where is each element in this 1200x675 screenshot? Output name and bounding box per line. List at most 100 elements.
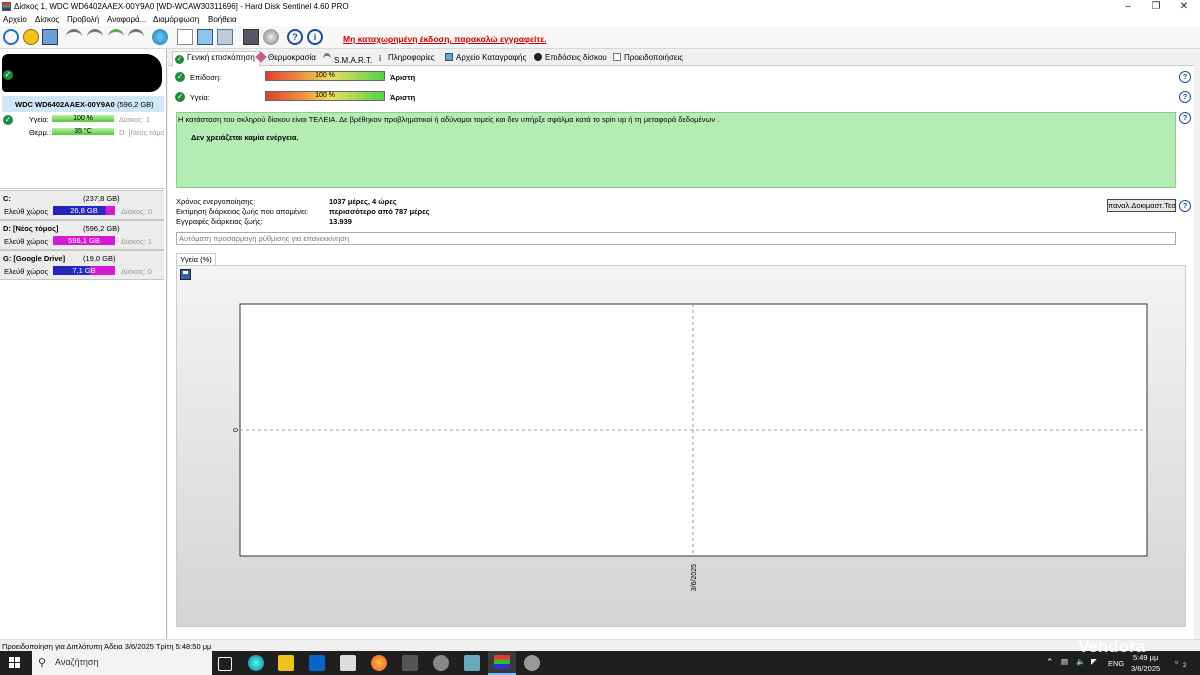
tab-overview[interactable]: ✓ Γενική επισκόπηση — [172, 51, 260, 67]
volume-size: (19,0 GB) — [83, 254, 116, 263]
volume-icon[interactable]: 🔈 — [1076, 657, 1085, 666]
writes-label: Εγγραφές διάρκειας ζωής: — [176, 217, 263, 226]
close-button[interactable]: ✕ — [1170, 0, 1198, 14]
menu-report[interactable]: Αναφορά... — [107, 15, 146, 24]
taskbar: ⚲ Αναζήτηση ⌃ ▤ 🔈 ◤ ENG 5:49 μμ 3/6/2025… — [0, 651, 1200, 675]
auto-adjust-field[interactable]: Αυτόματη προσαρμογή ρύθμισης για επανεκκ… — [176, 232, 1176, 245]
disk-app-icon[interactable] — [433, 655, 449, 671]
health-bar: 100 % — [265, 91, 385, 101]
gear-icon[interactable] — [263, 29, 279, 45]
document-icon[interactable] — [177, 29, 193, 45]
network-icon[interactable]: ▤ — [1061, 657, 1068, 666]
file-explorer-icon[interactable] — [278, 655, 294, 671]
redacted-computer-name — [2, 54, 162, 92]
menu-view[interactable]: Προβολή — [67, 15, 99, 24]
clock-date[interactable]: 3/6/2025 — [1131, 664, 1160, 673]
volume-item-c[interactable]: C: (237,8 GB) Ελεύθ χώρος 26,8 GB Δίσκος… — [0, 190, 164, 220]
firefox-icon[interactable] — [371, 655, 387, 671]
retest-button[interactable]: παναλ.Δοκιμαστ.Τεσ — [1107, 199, 1176, 212]
title-bar: Δίσκος 1, WDC WD6402AAEX-00Y9A0 [WD-WCAW… — [0, 0, 1200, 14]
lifetime-label: Εκτίμηση διάρκειας ζωής που απομένει: — [176, 207, 309, 216]
help-icon[interactable]: ? — [287, 29, 303, 45]
send-report-icon[interactable] — [217, 29, 233, 45]
disk-header: WDC WD6402AAEX-00Y9A0 (596,2 GB) — [2, 96, 164, 112]
volume-disk: Δίσκος: 0 — [121, 207, 153, 216]
task-view-icon[interactable] — [218, 657, 232, 671]
volume-size: (237,8 GB) — [83, 194, 120, 203]
tab-alerts[interactable]: Προειδοποιήσεις — [613, 53, 683, 64]
health-rating: Άριστη — [390, 93, 416, 102]
notification-icon[interactable]: ▫ — [1175, 657, 1178, 667]
surface-test-icon[interactable] — [87, 29, 103, 45]
toolbar: ? i Μη καταχωρημένη έκδοση, παρακαλώ εγγ… — [0, 26, 1200, 49]
refresh-icon[interactable] — [3, 29, 19, 45]
info-icon[interactable]: i — [307, 29, 323, 45]
volume-size: (596,2 GB) — [83, 224, 120, 233]
menu-disk[interactable]: Δίσκος — [35, 15, 59, 24]
monitor-icon[interactable] — [42, 29, 58, 45]
volume-disk: Δίσκος: 0 — [121, 267, 153, 276]
disk-temp-label: Θερμ.: — [29, 128, 51, 137]
tab-smart[interactable]: S.M.A.R.T. — [323, 53, 372, 65]
disk-health-bar: 100 % — [52, 115, 114, 122]
help-icon[interactable]: ? — [1179, 91, 1191, 103]
power-on-value: 1037 μέρες, 4 ώρες — [329, 197, 397, 206]
calculator-icon[interactable] — [402, 655, 418, 671]
power-on-label: Χρόνος ενεργοποίησης: — [176, 197, 256, 206]
health-status-icon: ✓ — [175, 92, 185, 102]
settings-icon[interactable] — [524, 655, 540, 671]
tab-temperature[interactable]: Θερμοκρασία — [255, 51, 316, 64]
alert-icon[interactable] — [23, 29, 39, 45]
alerts-icon — [613, 53, 621, 61]
hd-sentinel-taskbar-button[interactable] — [488, 651, 516, 675]
minimize-button[interactable]: – — [1114, 0, 1142, 14]
menu-help[interactable]: Βοήθεια — [208, 15, 237, 24]
notes-icon[interactable] — [464, 655, 480, 671]
edge-icon[interactable] — [248, 655, 264, 671]
performance-value: 100 % — [315, 72, 335, 79]
log-icon — [445, 53, 453, 61]
help-icon[interactable]: ? — [1179, 200, 1191, 212]
chevron-up-icon[interactable]: ⌃ — [1046, 657, 1054, 668]
disk-temp-bar: 35 °C — [52, 128, 114, 135]
volume-free-value: 596,1 GB — [68, 236, 100, 245]
maximize-button[interactable]: ❐ — [1142, 0, 1170, 14]
empty-area — [0, 280, 165, 639]
short-test-icon[interactable] — [128, 29, 144, 45]
gauge-icon — [534, 53, 542, 61]
tab-information[interactable]: i Πληροφορίες — [379, 53, 435, 64]
options-icon[interactable] — [243, 29, 259, 45]
extended-test-icon[interactable] — [108, 29, 124, 45]
menu-configuration[interactable]: Διαμόρφωση — [153, 15, 199, 24]
register-link[interactable]: Μη καταχωρημένη έκδοση, παρακαλώ εγγραφε… — [343, 34, 547, 44]
tab-performance[interactable]: Επιδόσεις δίσκου — [534, 53, 607, 64]
volume-free-label: Ελεύθ χώρος — [4, 237, 49, 246]
volume-item-d[interactable]: D: [Νέος τόμος] (596,2 GB) Ελεύθ χώρος 5… — [0, 220, 164, 250]
volume-item-g[interactable]: G: [Google Drive] (19,0 GB) Ελεύθ χώρος … — [0, 250, 164, 280]
store-icon[interactable] — [340, 655, 356, 671]
wifi-icon[interactable]: ◤ — [1091, 657, 1097, 666]
web-icon[interactable] — [152, 29, 168, 45]
outlook-icon[interactable] — [309, 655, 325, 671]
tab-label: Αρχείο Καταγραφής — [456, 53, 527, 62]
taskbar-search[interactable]: ⚲ Αναζήτηση — [32, 651, 212, 675]
help-icon[interactable]: ? — [1179, 71, 1191, 83]
volume-free-label: Ελεύθ χώρος — [4, 267, 49, 276]
menu-file[interactable]: Αρχείο — [3, 15, 27, 24]
tab-log[interactable]: Αρχείο Καταγραφής — [445, 53, 526, 64]
volume-free-label: Ελεύθ χώρος — [4, 207, 49, 216]
windows-start-icon[interactable] — [9, 657, 21, 669]
health-chart: 0 3/6/2025 — [233, 303, 1148, 591]
disk-item[interactable]: WDC WD6402AAEX-00Y9A0 (596,2 GB) ✓ Υγεία… — [2, 96, 164, 188]
drive-test-icon[interactable] — [66, 29, 82, 45]
disk-size: (596,2 GB) — [117, 100, 154, 109]
disk-temp-value: 35 °C — [74, 128, 92, 135]
app-icon — [2, 2, 11, 11]
smart-icon — [323, 53, 331, 64]
report-icon[interactable] — [197, 29, 213, 45]
health-label: Υγεία: — [190, 93, 210, 102]
language-indicator[interactable]: ENG — [1108, 659, 1124, 668]
lifetime-value: περισσότερο από 787 μέρες — [329, 207, 430, 216]
help-icon[interactable]: ? — [1179, 112, 1191, 124]
window-title: Δίσκος 1, WDC WD6402AAEX-00Y9A0 [WD-WCAW… — [14, 2, 349, 11]
